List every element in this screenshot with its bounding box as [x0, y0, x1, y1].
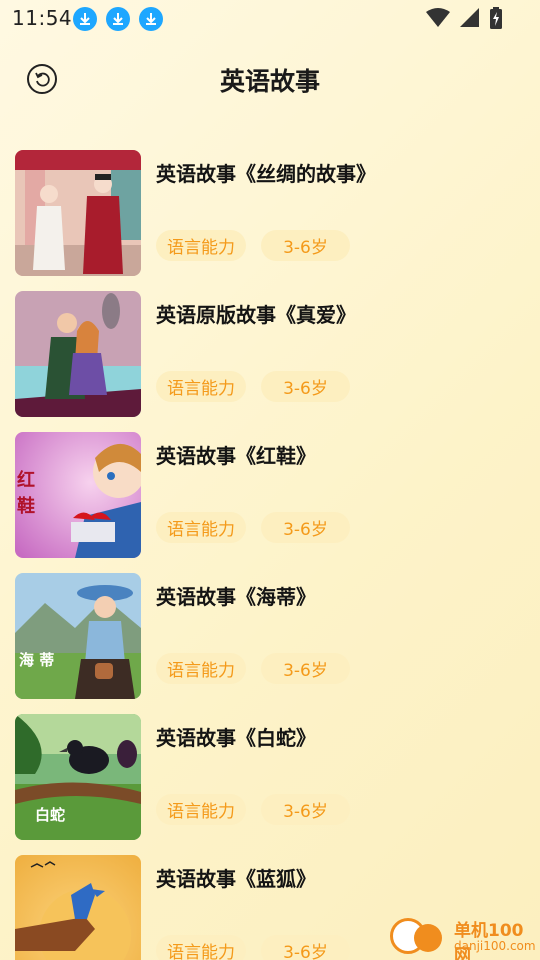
- story-title: 英语故事《海蒂》: [156, 585, 316, 609]
- download-icon: [139, 7, 163, 31]
- system-icons: [426, 7, 502, 29]
- story-title: 英语原版故事《真爱》: [156, 303, 356, 327]
- cell-signal-icon: [460, 8, 479, 27]
- skill-tag: 语言能力: [156, 935, 246, 960]
- thumb-text: 白蛇: [35, 806, 65, 824]
- status-time: 11:54: [12, 6, 73, 30]
- story-title: 英语故事《丝绸的故事》: [156, 162, 376, 186]
- skill-tag: 语言能力: [156, 512, 246, 543]
- status-bar: 11:54: [0, 0, 540, 38]
- story-thumbnail: [15, 291, 141, 417]
- download-icon: [73, 7, 97, 31]
- age-tag: 3-6岁: [261, 653, 350, 684]
- story-item[interactable]: 海 蒂 英语故事《海蒂》 语言能力 3-6岁: [15, 573, 540, 699]
- story-list: 英语故事《丝绸的故事》 语言能力 3-6岁 英语原版故事《真爱》 语言能力 3-…: [15, 150, 540, 960]
- wifi-icon: [426, 8, 450, 27]
- story-item[interactable]: 英语故事《丝绸的故事》 语言能力 3-6岁: [15, 150, 540, 276]
- header: 英语故事: [0, 50, 540, 108]
- story-item[interactable]: 白蛇 英语故事《白蛇》 语言能力 3-6岁: [15, 714, 540, 840]
- page-title: 英语故事: [219, 67, 320, 96]
- skill-tag: 语言能力: [156, 230, 246, 261]
- watermark-logo: 单机100网 danji100.com: [388, 914, 540, 960]
- story-thumbnail: 海 蒂: [15, 573, 141, 699]
- thumb-text: 鞋: [17, 495, 35, 517]
- story-title: 英语故事《蓝狐》: [156, 867, 316, 891]
- age-tag: 3-6岁: [261, 794, 350, 825]
- age-tag: 3-6岁: [261, 512, 350, 543]
- watermark-circle-icon: [414, 924, 442, 952]
- age-tag: 3-6岁: [261, 935, 350, 960]
- skill-tag: 语言能力: [156, 653, 246, 684]
- story-item[interactable]: 英语原版故事《真爱》 语言能力 3-6岁: [15, 291, 540, 417]
- thumb-text: 海 蒂: [19, 651, 54, 669]
- battery-icon: [490, 7, 502, 29]
- story-item[interactable]: 红 鞋 英语故事《红鞋》 语言能力 3-6岁: [15, 432, 540, 558]
- skill-tag: 语言能力: [156, 794, 246, 825]
- watermark-name: 单机100网: [454, 921, 524, 960]
- download-icon: [106, 7, 130, 31]
- story-thumbnail: 白蛇: [15, 714, 141, 840]
- story-thumbnail: 红 鞋: [15, 432, 141, 558]
- age-tag: 3-6岁: [261, 371, 350, 402]
- story-thumbnail: [15, 150, 141, 276]
- thumb-text: 红: [17, 469, 35, 491]
- story-title: 英语故事《红鞋》: [156, 444, 316, 468]
- story-title: 英语故事《白蛇》: [156, 726, 316, 750]
- story-thumbnail: [15, 855, 141, 960]
- skill-tag: 语言能力: [156, 371, 246, 402]
- age-tag: 3-6岁: [261, 230, 350, 261]
- watermark-url: danji100.com: [454, 939, 536, 953]
